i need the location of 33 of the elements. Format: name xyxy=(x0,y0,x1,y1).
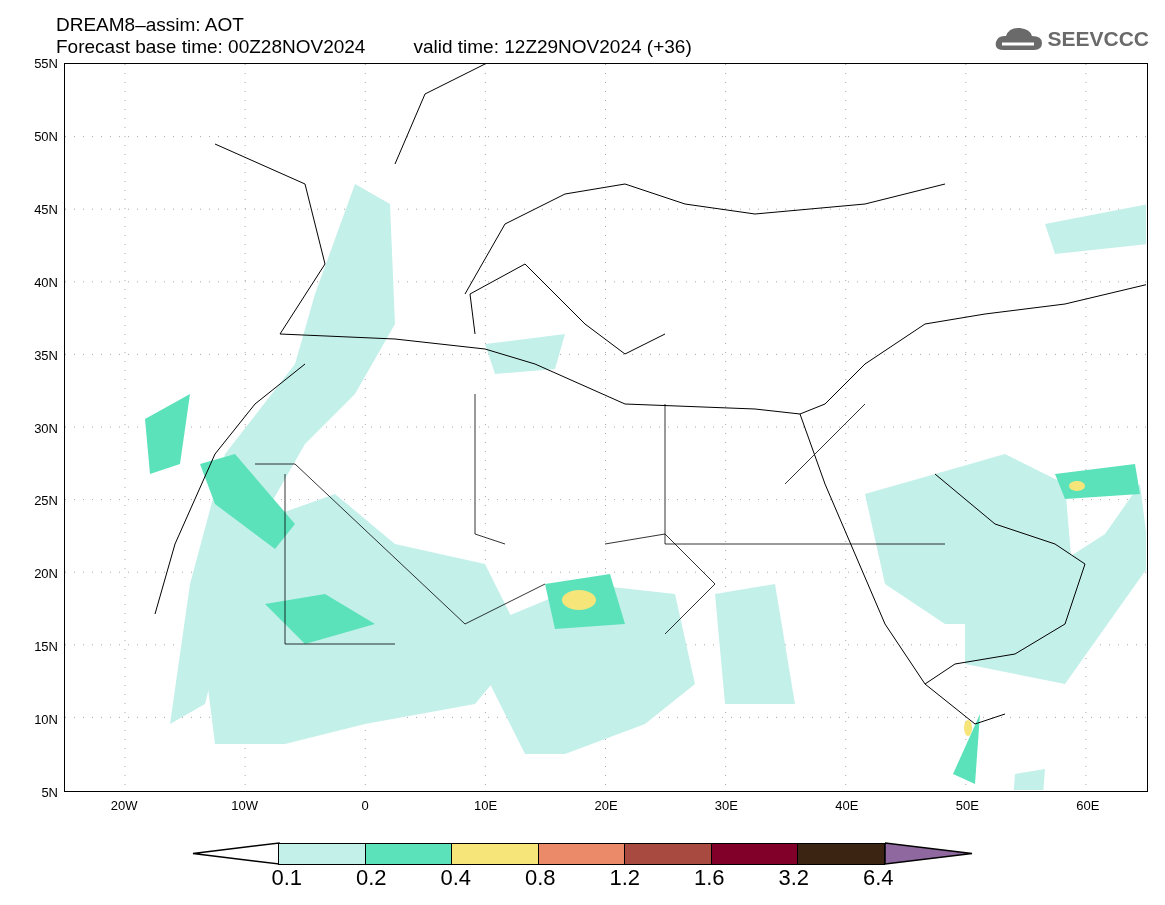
longitude-label: 20W xyxy=(110,798,138,813)
latitude-label: 25N xyxy=(34,492,58,508)
latitude-label: 20N xyxy=(34,565,58,581)
cloud-icon xyxy=(994,26,1045,52)
colorbar-label: 6.4 xyxy=(861,865,895,891)
colorbar-label: 0.8 xyxy=(523,865,557,891)
latitude-label: 45N xyxy=(34,201,58,217)
latitude-label: 50N xyxy=(34,128,58,144)
colorbar-label: 1.2 xyxy=(608,865,642,891)
colorbar-label: 1.6 xyxy=(692,865,726,891)
chart-title: DREAM8–assim: AOT xyxy=(56,14,245,36)
latitude-label: 35N xyxy=(34,347,58,363)
longitude-label: 20E xyxy=(594,798,618,813)
latitude-label: 55N xyxy=(34,55,58,71)
longitude-label: 60E xyxy=(1076,798,1100,813)
latitude-label: 15N xyxy=(34,638,58,654)
longitude-label: 40E xyxy=(835,798,859,813)
colorbar-label: 3.2 xyxy=(777,865,811,891)
longitude-label: 50E xyxy=(955,798,979,813)
colorbar-label: 0.1 xyxy=(270,865,304,891)
logo-text: SEEVCCC xyxy=(1047,27,1149,51)
longitude-label: 0 xyxy=(361,798,369,813)
valid-time-label: valid time: 12Z29NOV2024 (+36) xyxy=(413,36,692,58)
colorbar-label: 0.2 xyxy=(354,865,388,891)
colorbar-label: 0.4 xyxy=(439,865,473,891)
longitude-label: 30E xyxy=(714,798,738,813)
latitude-label: 5N xyxy=(41,784,58,800)
longitude-label: 10W xyxy=(231,798,258,813)
latitude-label: 30N xyxy=(34,420,58,435)
latitude-label: 40N xyxy=(34,274,58,290)
longitude-label: 10E xyxy=(474,798,498,813)
base-time-label: Forecast base time: 00Z28NOV2024 xyxy=(56,36,366,58)
latitude-label: 10N xyxy=(34,711,58,727)
